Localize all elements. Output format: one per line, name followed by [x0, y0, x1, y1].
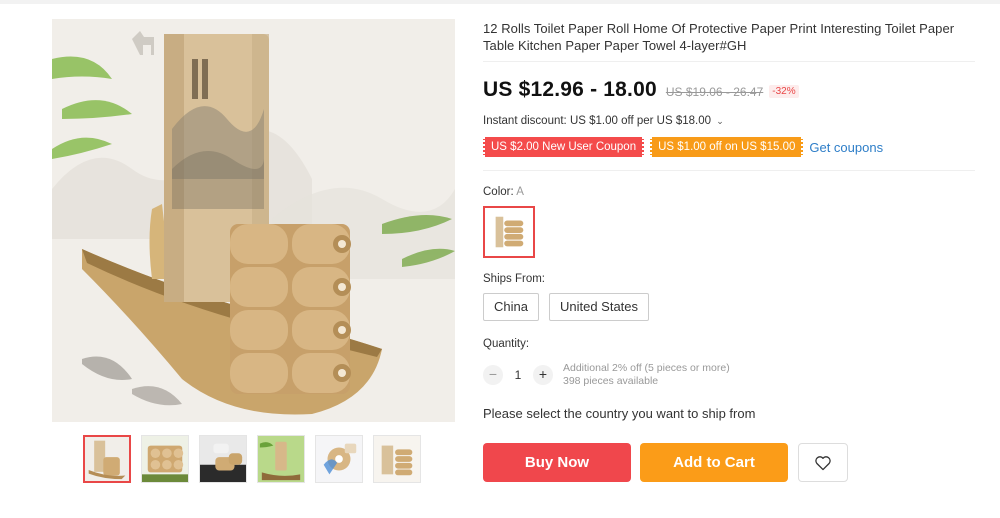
bulk-discount-note: Additional 2% off (5 pieces or more) — [563, 362, 730, 374]
coupon-row: US $2.00 New User Coupon US $1.00 off on… — [483, 137, 883, 157]
thumbnail-strip — [83, 435, 421, 483]
thumbnail-3[interactable] — [199, 435, 247, 483]
instant-discount[interactable]: Instant discount: US $1.00 off per US $1… — [483, 115, 724, 127]
instant-discount-text: Instant discount: US $1.00 off per US $1… — [483, 115, 712, 127]
quantity-stepper: − 1 + Additional 2% off (5 pieces or mor… — [483, 362, 730, 388]
main-product-image[interactable] — [52, 19, 455, 422]
thumbnail-6[interactable] — [373, 435, 421, 483]
quantity-label: Quantity: — [483, 338, 530, 350]
buy-now-button[interactable]: Buy Now — [483, 443, 631, 482]
divider — [483, 170, 975, 171]
quantity-increase-button[interactable]: + — [533, 365, 553, 385]
new-user-coupon[interactable]: US $2.00 New User Coupon — [483, 137, 645, 157]
add-to-cart-button[interactable]: Add to Cart — [640, 443, 788, 482]
quantity-note: Additional 2% off (5 pieces or more) 398… — [563, 362, 730, 388]
ships-from-options: China United States — [483, 293, 650, 321]
price-row: US $12.96 - 18.00 US $19.06 - 26.47 -32% — [483, 78, 799, 102]
ship-country-message: Please select the country you want to sh… — [483, 406, 756, 421]
thumbnail-5[interactable] — [315, 435, 363, 483]
color-value: A — [516, 186, 524, 198]
discount-badge: -32% — [769, 85, 799, 98]
original-price: US $19.06 - 26.47 — [665, 85, 764, 99]
color-option-a[interactable] — [483, 206, 535, 258]
wishlist-button[interactable] — [798, 443, 848, 482]
thumbnail-1[interactable] — [83, 435, 131, 483]
action-buttons: Buy Now Add to Cart — [483, 443, 848, 482]
ship-option-united-states[interactable]: United States — [548, 293, 650, 321]
thumbnail-4[interactable] — [257, 435, 305, 483]
current-price: US $12.96 - 18.00 — [483, 78, 657, 101]
top-divider — [0, 0, 1000, 4]
color-label: Color: A — [483, 186, 524, 198]
quantity-decrease-button[interactable]: − — [483, 365, 503, 385]
ships-from-label: Ships From: — [483, 273, 545, 285]
divider — [483, 61, 975, 62]
thumbnail-2[interactable] — [141, 435, 189, 483]
product-title: 12 Rolls Toilet Paper Roll Home Of Prote… — [483, 21, 955, 53]
chevron-down-icon: ⌄ — [716, 116, 724, 126]
color-label-text: Color: — [483, 186, 514, 198]
quantity-input[interactable]: 1 — [503, 368, 533, 382]
store-coupon[interactable]: US $1.00 off on US $15.00 — [650, 137, 804, 157]
product-info: 12 Rolls Toilet Paper Roll Home Of Prote… — [483, 20, 978, 54]
heart-icon — [815, 455, 831, 470]
stock-available: 398 pieces available — [563, 375, 659, 387]
get-coupons-link[interactable]: Get coupons — [809, 140, 883, 155]
ship-option-china[interactable]: China — [483, 293, 539, 321]
